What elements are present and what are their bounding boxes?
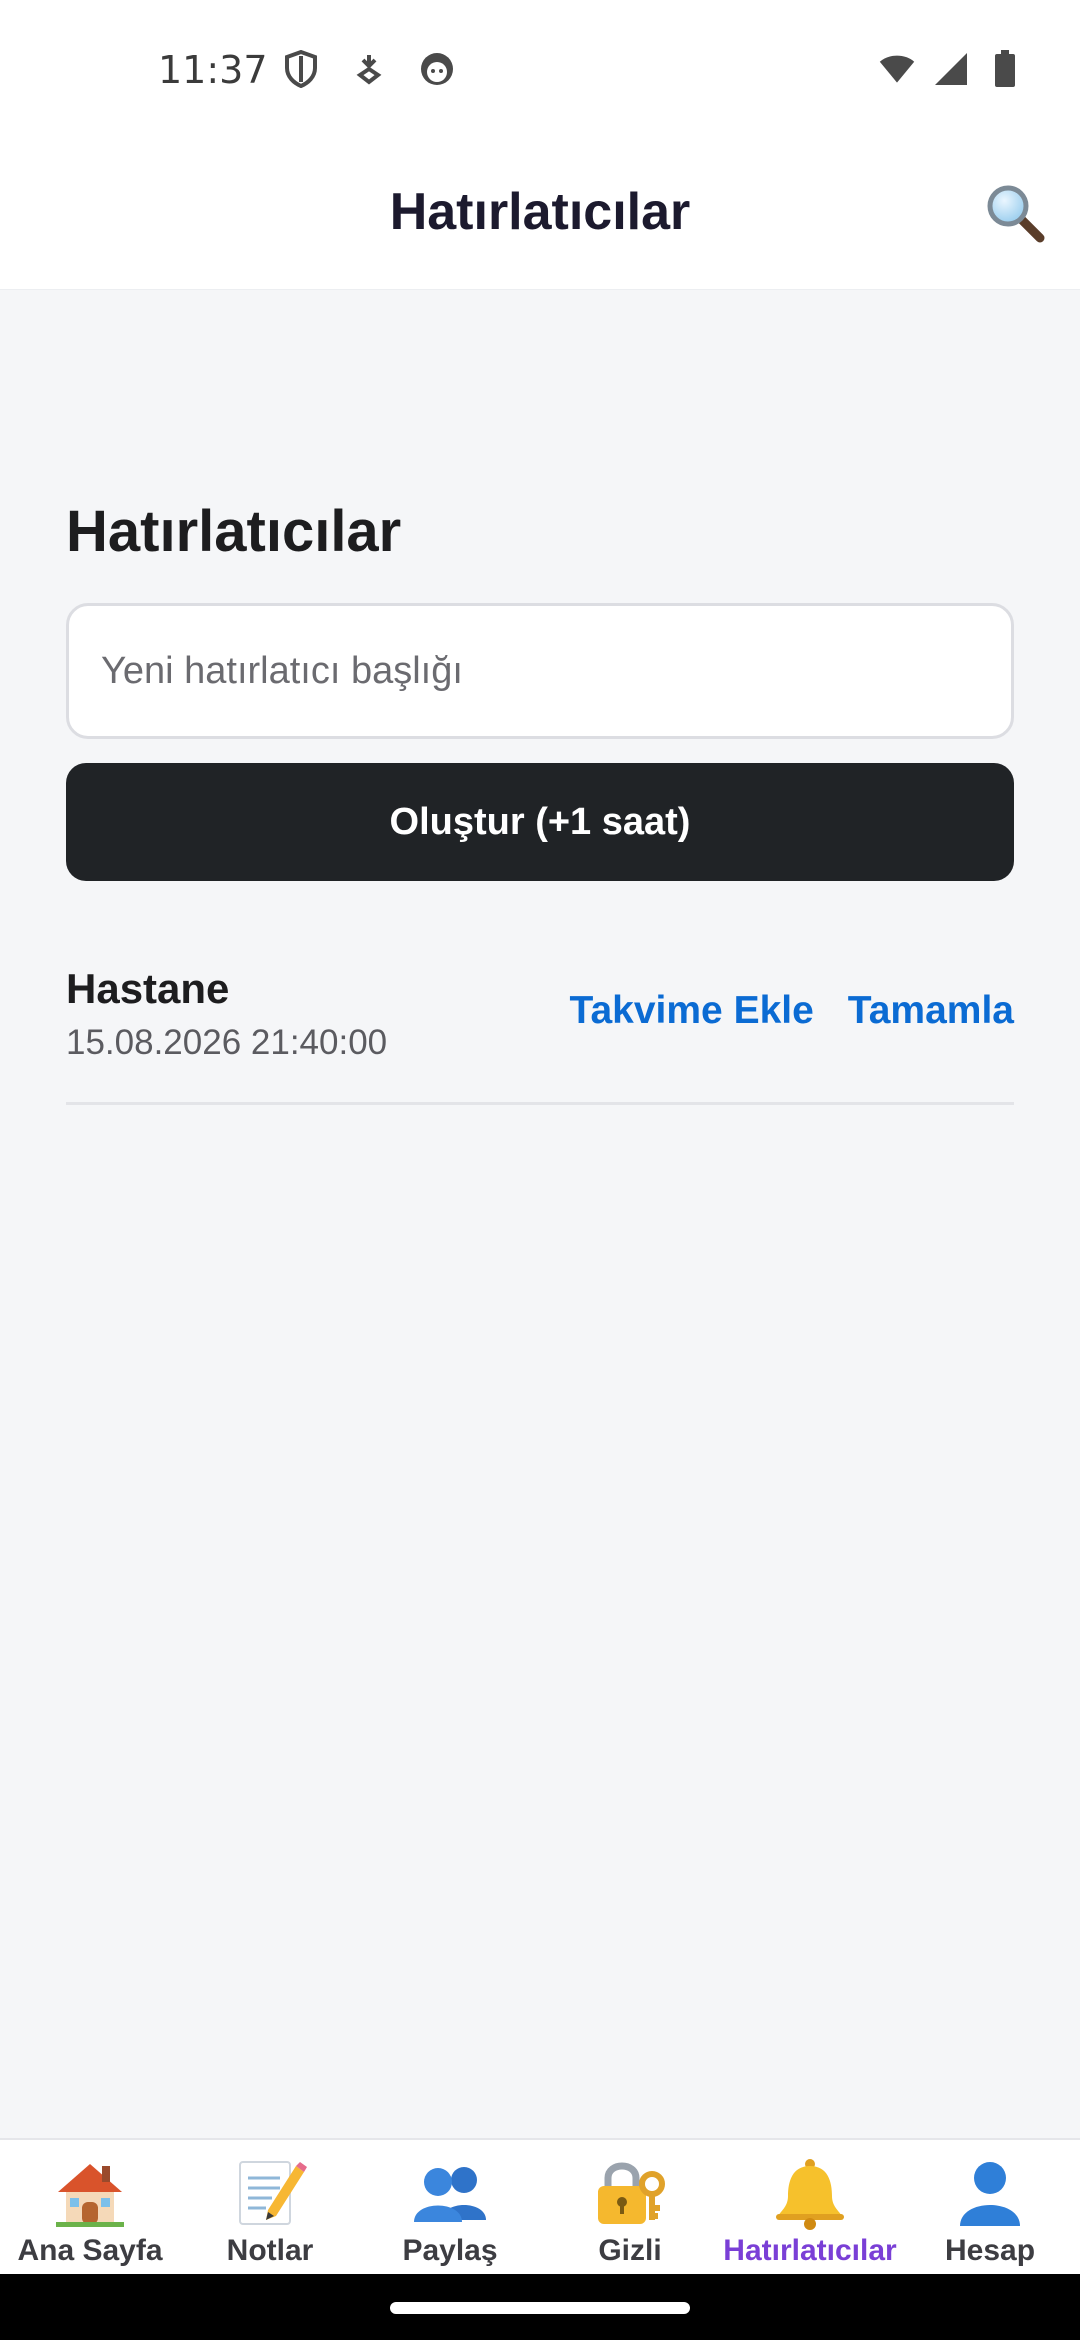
nav-label: Hesap [944,2234,1036,2267]
wifi-icon [878,50,916,88]
add-to-calendar-button[interactable]: Takvime Ekle [570,989,814,1033]
shield-icon [282,50,320,88]
status-right-icons [878,50,1024,88]
nav-label: Paylaş [402,2234,498,2267]
section-title: Hatırlatıcılar [66,499,402,564]
reminder-item: Hastane 15.08.2026 21:40:00 Takvime Ekle… [66,965,1014,1105]
complete-button[interactable]: Tamamla [848,989,1014,1033]
bell-icon [770,2152,850,2232]
nav-label: Gizli [598,2234,662,2267]
search-button[interactable] [980,178,1050,248]
nav-label: Ana Sayfa [17,2234,163,2267]
lock-icon [590,2152,670,2232]
battery-icon [986,50,1024,88]
reminder-datetime: 15.08.2026 21:40:00 [66,1023,388,1062]
system-gesture-bar [0,2274,1080,2340]
screen: 11:37 Hatırlatıcılar Hatırlatıcılar Yeni… [0,0,1080,2340]
magnifier-icon [987,185,1045,243]
nav-item-home[interactable]: Ana Sayfa [0,2140,180,2274]
memo-icon [232,2152,308,2232]
create-button[interactable]: Oluştur (+1 saat) [66,763,1014,881]
status-time: 11:37 [158,48,268,92]
page-title: Hatırlatıcılar [389,183,691,241]
nav-label: Hatırlatıcılar [723,2234,897,2267]
main-content: Hatırlatıcılar Oluştur (+1 saat) Hastane… [66,290,1014,1105]
person-icon [952,2152,1028,2232]
signal-icon [932,50,970,88]
reminder-actions: Takvime Ekle Tamamla [570,989,1014,1033]
nav-item-reminders[interactable]: Hatırlatıcılar [720,2140,900,2274]
nav-item-notes[interactable]: Notlar [180,2140,360,2274]
nav-label: Notlar [226,2234,314,2267]
download-icon [350,50,388,88]
bottom-nav: Ana Sayfa Notlar Paylaş Gizli Hatırlatıc… [0,2138,1080,2274]
face-icon [418,50,456,88]
home-gesture-handle[interactable] [390,2302,690,2314]
house-icon [52,2152,128,2232]
nav-item-hidden[interactable]: Gizli [540,2140,720,2274]
nav-item-share[interactable]: Paylaş [360,2140,540,2274]
people-icon [408,2152,492,2232]
new-reminder-title-input[interactable] [66,603,1014,739]
nav-item-account[interactable]: Hesap [900,2140,1080,2274]
app-bar: Hatırlatıcılar [0,140,1080,290]
status-left-icons [282,50,456,88]
status-bar: 11:37 [0,0,1080,140]
reminder-title: Hastane [66,965,230,1012]
